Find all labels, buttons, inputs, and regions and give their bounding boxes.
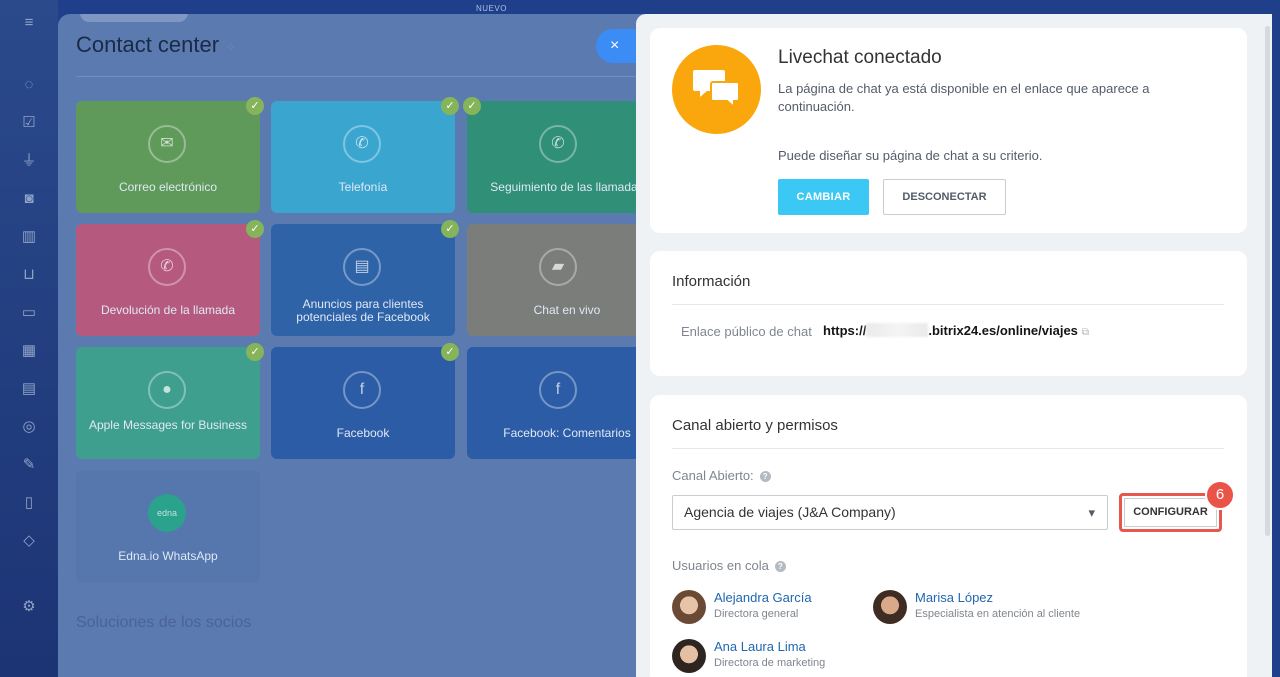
permissions-title: Canal abierto y permisos (672, 417, 838, 434)
document-icon[interactable]: ▯ (20, 494, 38, 512)
check-icon: ✓ (246, 220, 264, 238)
pin-icon[interactable]: ✧ (225, 39, 237, 55)
tile-label: Devolución de la llamada (100, 303, 236, 317)
help-icon[interactable]: ? (759, 471, 771, 482)
call-tracking-icon: ✆ (539, 125, 577, 163)
settings-icon[interactable]: ⚙ (20, 598, 38, 616)
check-icon: ✓ (441, 220, 459, 238)
check-icon: ✓ (246, 97, 264, 115)
cart-icon[interactable]: ⊔ (20, 266, 38, 284)
calendar-icon[interactable]: ▦ (20, 342, 38, 360)
tile-label: Facebook: Comentarios (503, 426, 631, 440)
robot-icon[interactable]: ◙ (20, 190, 38, 208)
tile-call-tracking[interactable]: ✆ Seguimiento de las llamadas ✓ (463, 97, 658, 213)
activity-icon[interactable]: ◌ (20, 76, 38, 94)
step-badge: 6 (1205, 480, 1235, 510)
tile-label: Chat en vivo (533, 303, 601, 317)
facebook-leads-icon: ▤ (343, 248, 381, 286)
edna-icon: edna (148, 494, 186, 532)
menu-icon[interactable]: ≡ (20, 14, 38, 32)
apple-messages-icon: ● (148, 371, 186, 409)
tile-label: Seguimiento de las llamadas (490, 180, 644, 194)
queue-label: Usuarios en cola? (672, 558, 786, 573)
target-icon[interactable]: ◎ (20, 418, 38, 436)
check-icon: ✓ (463, 97, 481, 115)
avatar (672, 639, 706, 673)
avatar (873, 590, 907, 624)
livechat-description: La página de chat ya está disponible en … (778, 81, 1150, 114)
funnel-icon[interactable]: ⏚ (20, 152, 38, 170)
tile-facebook[interactable]: f Facebook ✓ (271, 343, 459, 459)
tile-facebook-comments[interactable]: f Facebook: Comentarios (467, 347, 658, 459)
box-icon[interactable]: ◇ (20, 532, 38, 550)
tile-label: Apple Messages for Business (88, 418, 248, 432)
configure-button[interactable]: CONFIGURAR (1124, 498, 1217, 527)
contact-card-icon[interactable]: ▭ (20, 304, 38, 322)
information-title: Información (672, 273, 751, 290)
chevron-down-icon: ▾ (1088, 505, 1095, 520)
redacted-subdomain (866, 323, 929, 337)
close-button[interactable]: × (596, 29, 636, 63)
avatar (672, 590, 706, 624)
livechat-status-card: Livechat conectado La página de chat ya … (650, 28, 1247, 233)
divider (672, 448, 1224, 449)
mail-icon: ✉ (148, 125, 186, 163)
contact-center-background: Contact center ✧ ✉ Correo electrónico ✓ ✆… (58, 14, 658, 677)
change-button[interactable]: CAMBIAR (778, 179, 869, 215)
callback-icon: ✆ (148, 248, 186, 286)
livechat-icon: ▰ (539, 248, 577, 286)
check-icon: ✓ (246, 343, 264, 361)
channel-permissions-card: Canal abierto y permisos Canal Abierto:?… (650, 395, 1247, 677)
phone-icon: ✆ (343, 125, 381, 163)
tile-livechat[interactable]: ▰ Chat en vivo (467, 224, 658, 336)
tile-label: Telefonía (338, 180, 388, 194)
tile-edna-whatsapp[interactable]: edna Edna.io WhatsApp (76, 470, 260, 582)
tile-label: Edna.io WhatsApp (118, 549, 218, 563)
channel-label: Canal Abierto:? (672, 468, 771, 483)
chat-bubbles-icon (693, 70, 740, 110)
left-navigation: ≡ ◌ ☑ ⏚ ◙ ▥ ⊔ ▭ ▦ ▤ ◎ ✎ ▯ ◇ ⚙ (0, 0, 58, 677)
storage-icon[interactable]: ▤ (20, 380, 38, 398)
check-icon: ✓ (441, 343, 459, 361)
tile-label: Correo electrónico (118, 180, 218, 194)
check-icon: ✓ (441, 97, 459, 115)
user-name[interactable]: Alejandra García (714, 590, 812, 605)
disconnect-button[interactable]: DESCONECTAR (883, 179, 1006, 215)
external-link-icon[interactable]: ⧉ (1082, 327, 1089, 338)
user-name[interactable]: Ana Laura Lima (714, 639, 806, 654)
scrollbar[interactable] (1265, 26, 1270, 536)
page-title: Contact center ✧ (76, 32, 237, 57)
tile-label: Facebook (336, 426, 390, 440)
livechat-description-2: Puede diseñar su página de chat a su cri… (778, 148, 1043, 163)
top-pill (80, 14, 188, 22)
user-role: Especialista en atención al cliente (915, 608, 1081, 620)
open-channel-select[interactable]: Agencia de viajes (J&A Company) ▾ (672, 495, 1108, 530)
pen-icon[interactable]: ✎ (20, 456, 38, 474)
public-link[interactable]: https://.bitrix24.es/online/viajes ⧉ (823, 323, 1089, 338)
help-icon[interactable]: ? (774, 561, 786, 572)
tile-apple-messages[interactable]: ● Apple Messages for Business ✓ (76, 343, 264, 459)
partners-heading: Soluciones de los socios (76, 614, 252, 631)
facebook-icon: f (343, 371, 381, 409)
livechat-badge (672, 45, 761, 134)
facebook-comments-icon: f (539, 371, 577, 409)
tile-label: Anuncios para clientes potenciales de Fa… (296, 297, 430, 324)
user-role: Directora general (714, 608, 799, 620)
divider (672, 304, 1224, 305)
tile-callback[interactable]: ✆ Devolución de la llamada ✓ (76, 220, 264, 336)
analytics-icon[interactable]: ▥ (20, 228, 38, 246)
divider (76, 76, 636, 77)
livechat-title: Livechat conectado (778, 47, 942, 68)
user-role: Directora de marketing (714, 657, 826, 669)
close-icon: × (610, 37, 620, 54)
information-card: Información Enlace público de chat https… (650, 251, 1247, 376)
tasks-icon[interactable]: ☑ (20, 114, 38, 132)
new-label: NUEVO (476, 4, 507, 13)
tile-telephony[interactable]: ✆ Telefonía ✓ (271, 97, 459, 213)
user-name[interactable]: Marisa López (915, 590, 993, 605)
public-link-label: Enlace público de chat (681, 324, 812, 339)
tile-email[interactable]: ✉ Correo electrónico ✓ (76, 97, 264, 213)
livechat-settings-panel: Livechat conectado La página de chat ya … (636, 14, 1272, 677)
tile-facebook-leads[interactable]: ▤ Anuncios para clientes potenciales de … (271, 220, 459, 336)
